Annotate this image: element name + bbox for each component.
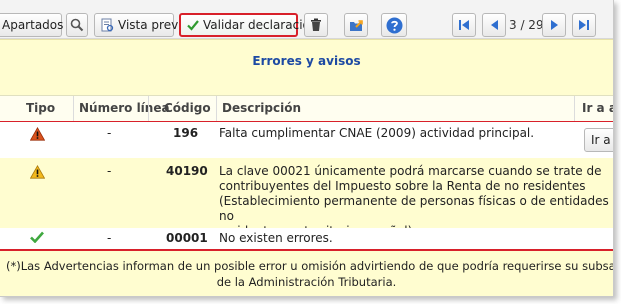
next-page-button[interactable] (542, 13, 566, 37)
row-descripcion: Falta cumplimentar CNAE (2009) actividad… (219, 126, 535, 140)
last-page-icon (579, 20, 589, 30)
ir-a-ayuda-button[interactable]: Ir a a (584, 128, 613, 152)
previous-page-icon (491, 20, 498, 30)
last-page-button[interactable] (572, 13, 596, 37)
row-descripcion-line: (Establecimiento permanente de personas … (219, 194, 609, 223)
apartados-label: Apartados (2, 18, 64, 32)
warning-icon (29, 164, 46, 182)
row-linea: - (107, 126, 112, 140)
document-preview-icon (101, 18, 114, 31)
validar-declaracion-label: Validar declaración (203, 18, 318, 32)
row-codigo: 00001 (166, 231, 208, 245)
banner-title: Errores y avisos (252, 54, 361, 68)
row-descripcion: No existen errores. (219, 231, 333, 245)
check-icon (30, 231, 44, 246)
header-ir-a-ayuda: Ir a ay (582, 101, 613, 115)
checkmark-icon (187, 20, 199, 31)
row-descripcion-line: La clave 00021 únicamente podrá marcarse… (219, 164, 602, 178)
table-row: - 40190 La clave 00021 únicamente podrá … (0, 158, 613, 238)
page-indicator: 3 / 29 (509, 18, 544, 32)
table-row: - 196 Falta cumplimentar CNAE (2009) act… (0, 122, 613, 158)
first-page-button[interactable] (452, 13, 476, 37)
warning-icon (29, 126, 46, 144)
vista-previa-button[interactable]: Vista previa (94, 13, 189, 37)
row-linea: - (107, 231, 112, 245)
trash-icon (311, 18, 321, 31)
footer-line-2: de la Administración Tributaria. (216, 275, 397, 289)
help-button[interactable] (381, 13, 407, 37)
help-icon (386, 17, 403, 33)
header-codigo: Código (164, 101, 211, 115)
previous-page-button[interactable] (482, 13, 506, 37)
search-button[interactable] (66, 13, 88, 37)
header-tipo: Tipo (26, 101, 56, 115)
row-descripcion-line: contribuyentes del Impuesto sobre la Ren… (219, 179, 586, 193)
delete-button[interactable] (304, 13, 328, 37)
header-numero-linea: Número línea (79, 101, 170, 115)
footer-note: (*)Las Advertencias informan de un posib… (0, 249, 614, 296)
table-header: Tipo Número línea Código Descripción Ir … (0, 95, 613, 123)
validar-declaracion-button[interactable]: Validar declaración (179, 13, 317, 37)
next-page-icon (551, 20, 558, 30)
toolbar: Apartados Vista previa Validar declaraci… (0, 0, 613, 39)
export-folder-icon (350, 20, 363, 31)
errors-banner: Errores y avisos (0, 39, 613, 96)
validation-window: Apartados Vista previa Validar declaraci… (0, 0, 614, 297)
header-descripcion: Descripción (222, 101, 301, 115)
export-button[interactable] (344, 13, 368, 37)
row-linea: - (107, 164, 112, 178)
footer-line-1: (*)Las Advertencias informan de un posib… (6, 259, 614, 273)
row-codigo: 196 (173, 126, 199, 140)
table-row: - 00001 No existen errores. (0, 228, 613, 248)
first-page-icon (459, 20, 469, 30)
row-codigo: 40190 (166, 164, 208, 178)
apartados-button[interactable]: Apartados (0, 13, 64, 37)
search-icon (70, 18, 84, 32)
